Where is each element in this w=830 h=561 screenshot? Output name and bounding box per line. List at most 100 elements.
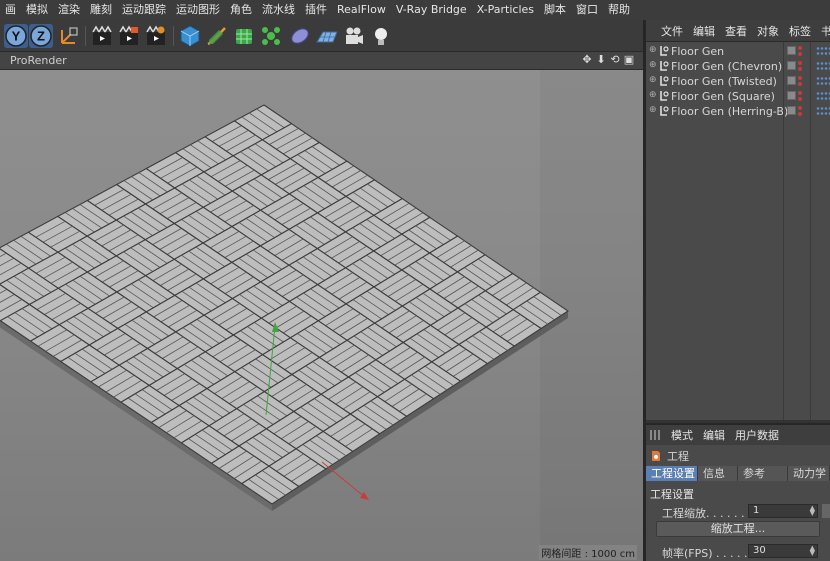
expand-icon[interactable]: ⊕ [649,61,658,70]
light-icon[interactable] [369,24,393,48]
menu-item[interactable]: 流水线 [257,0,300,20]
attribute-manager: 工程 工程设置 信息 参考 动力学 工程设置 工程缩放. . . . . . . . … [646,445,830,561]
menu-item[interactable]: 窗口 [571,0,603,20]
object-manager-menu-item[interactable]: 书 [816,23,830,39]
attribute-tab[interactable]: 信息 [698,466,738,481]
object-name: Floor Gen [671,45,725,58]
editor-visibility-dot[interactable] [798,76,802,80]
cube-icon[interactable] [178,24,202,48]
expand-icon[interactable]: ⊕ [649,76,658,85]
layer-icon[interactable] [787,61,796,70]
menu-item[interactable]: RealFlow [332,0,391,20]
attribute-tab[interactable]: 工程设置 [646,466,698,481]
menu-item[interactable]: 雕刻 [85,0,117,20]
object-manager-menu-item[interactable]: 对象 [752,23,784,39]
menu-item[interactable]: V-Ray Bridge [391,0,472,20]
subdivision-icon[interactable] [232,24,256,48]
zoom-view-icon[interactable]: ⬇ [595,53,607,67]
render-visibility-dot[interactable] [798,112,802,116]
tag-icon[interactable] [816,46,830,56]
tag-icon[interactable] [816,106,830,116]
layer-icon[interactable] [787,46,796,55]
attribute-tab[interactable]: 动力学 [788,466,830,481]
object-manager-menu-item[interactable]: 编辑 [688,23,720,39]
object-row[interactable]: ⊕ Floor Gen (Herring-B) [646,104,830,119]
render-visibility-dot[interactable] [798,67,802,71]
move-view-icon[interactable]: ✥ [581,53,593,67]
layer-icon[interactable] [787,76,796,85]
expand-icon[interactable]: ⊕ [649,106,658,115]
attribute-manager-menu-item[interactable]: 编辑 [698,427,730,443]
null-object-icon [660,106,669,116]
z-axis-label: Z [37,29,45,44]
expand-icon[interactable]: ⊕ [649,91,658,100]
null-object-icon [660,76,669,86]
object-row[interactable]: ⊕ Floor Gen (Square) [646,89,830,104]
editor-visibility-dot[interactable] [798,46,802,50]
tag-icon[interactable] [816,91,830,101]
cloner-icon[interactable] [259,24,283,48]
rotate-view-icon[interactable]: ⟲ [609,53,621,67]
null-object-icon [660,91,669,101]
project-scale-value: 1 [753,505,760,516]
floor-icon[interactable] [315,24,339,48]
column-divider [783,42,784,420]
object-name: Floor Gen (Herring-B) [671,105,789,118]
object-manager-menu-item[interactable]: 标签 [784,23,816,39]
object-manager-menu-item[interactable]: 文件 [656,23,688,39]
menu-item[interactable]: X-Particles [472,0,539,20]
editor-visibility-dot[interactable] [798,61,802,65]
x-axis-arrow[interactable] [360,492,369,500]
render-view-icon[interactable] [90,24,114,48]
object-row[interactable]: ⊕ Floor Gen (Twisted) [646,74,830,89]
fps-label: 帧率(FPS) . . . . . . . [662,547,762,560]
null-object-icon [660,61,669,71]
spinner-icon[interactable]: ▲ ▼ [810,505,815,517]
spinner-icon[interactable]: ▲ ▼ [810,545,815,557]
y-axis-lock-icon[interactable]: Y [4,24,28,48]
menu-item[interactable]: 模拟 [21,0,53,20]
tag-icon[interactable] [816,76,830,86]
menu-item[interactable]: 脚本 [539,0,571,20]
menu-item[interactable]: 帮助 [603,0,635,20]
object-row[interactable]: ⊕ Floor Gen (Chevron) [646,59,830,74]
x-axis-handle[interactable] [321,461,367,499]
layer-icon[interactable] [787,91,796,100]
project-scale-field[interactable]: 1 ▲ ▼ [748,504,818,518]
scale-project-button[interactable]: 缩放工程... [656,521,820,537]
expand-icon[interactable]: ⊕ [649,46,658,55]
render-picture-viewer-icon[interactable] [117,24,141,48]
camera-icon[interactable] [342,24,366,48]
deformer-icon[interactable] [288,24,312,48]
pen-spline-icon[interactable] [205,24,229,48]
menu-item[interactable]: 画 [0,0,21,20]
render-visibility-dot[interactable] [798,82,802,86]
scale-unit-button[interactable] [822,504,830,518]
toggle-view-icon[interactable]: ▣ [623,53,635,67]
layer-icon[interactable] [787,106,796,115]
menu-item[interactable]: 角色 [225,0,257,20]
menu-item[interactable]: 运动图形 [171,0,225,20]
object-row[interactable]: ⊕ Floor Gen [646,44,830,59]
menu-item[interactable]: 运动跟踪 [117,0,171,20]
object-manager-menu-item[interactable]: 查看 [720,23,752,39]
attribute-manager-menu-item[interactable]: 用户数据 [730,427,784,443]
render-visibility-dot[interactable] [798,52,802,56]
render-visibility-dot[interactable] [798,97,802,101]
coordinate-system-icon[interactable] [57,24,81,48]
menu-item[interactable]: 插件 [300,0,332,20]
tag-icon[interactable] [816,61,830,71]
menu-item[interactable]: 渲染 [53,0,85,20]
viewport[interactable]: 网格间距 : 1000 cm [0,70,643,561]
attribute-manager-menu-item[interactable]: 模式 [666,427,698,443]
viewport-header: ProRender ✥ ⬇ ⟲ ▣ [0,52,643,70]
grip-icon[interactable] [650,430,660,440]
attribute-tab[interactable]: 参考 [738,466,788,481]
editor-visibility-dot[interactable] [798,106,802,110]
z-axis-lock-icon[interactable]: Z [29,24,53,48]
render-settings-icon[interactable] [144,24,168,48]
fps-field[interactable]: 30 ▲ ▼ [748,544,818,558]
object-manager-menu: 文件编辑查看对象标签书 [646,20,830,42]
editor-visibility-dot[interactable] [798,91,802,95]
toolbar: Y Z [0,20,643,52]
